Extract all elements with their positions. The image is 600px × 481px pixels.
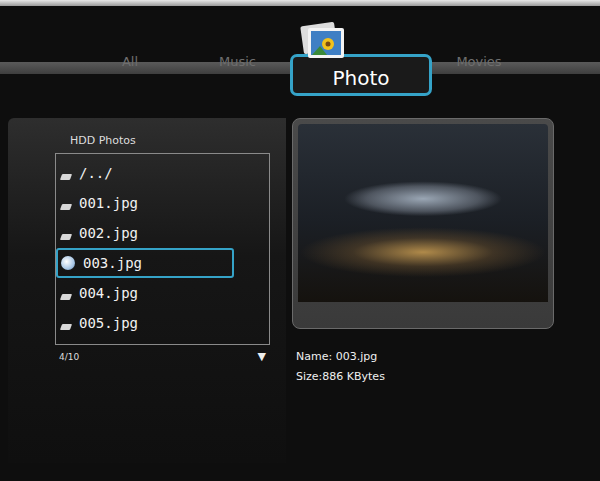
list-footer: 4/10 ▼ (55, 345, 270, 363)
file-icon (60, 174, 72, 180)
tab[interactable]: Movies (434, 6, 524, 69)
photo-file-icon (61, 256, 75, 270)
file-info: Name: 003.jpg Size:886 KBytes (296, 347, 582, 387)
tab-label-box: Photo (290, 54, 432, 96)
file-item[interactable]: 002.jpg (56, 218, 269, 248)
panel-title: HDD Photos (70, 134, 286, 147)
page-position: 4/10 (59, 352, 79, 362)
file-item[interactable]: 001.jpg (56, 188, 269, 218)
tab[interactable]: All (75, 6, 185, 69)
file-list: /../ 001.jpg 002.jpg 003.jpg 004.jpg 005… (55, 153, 270, 345)
file-item[interactable]: 005.jpg (56, 308, 269, 338)
file-name: Name: 003.jpg (296, 347, 582, 367)
tab[interactable]: Music (185, 6, 290, 69)
preview-frame (292, 118, 554, 329)
file-size: Size:886 KBytes (296, 367, 582, 387)
file-browser-panel: HDD Photos /../ 001.jpg 002.jpg 003.jpg … (8, 118, 286, 463)
file-item[interactable]: /../ (56, 158, 269, 188)
file-icon (60, 204, 72, 210)
file-item[interactable]: 004.jpg (56, 278, 269, 308)
file-item[interactable]: 003.jpg (56, 248, 234, 278)
main-area: HDD Photos /../ 001.jpg 002.jpg 003.jpg … (0, 110, 600, 463)
tab-bar: AllMusic PhotoMovies (0, 6, 600, 110)
tab[interactable]: Photo (290, 6, 434, 96)
file-icon (60, 324, 72, 330)
file-icon (60, 294, 72, 300)
scroll-down-icon[interactable]: ▼ (258, 350, 266, 363)
media-player-screen: AllMusic PhotoMovies HDD Photos /../ 001… (0, 0, 600, 481)
preview-photo (298, 124, 548, 302)
preview-panel: Name: 003.jpg Size:886 KBytes (292, 118, 582, 463)
file-icon (60, 234, 72, 240)
photo-icon (300, 20, 346, 60)
